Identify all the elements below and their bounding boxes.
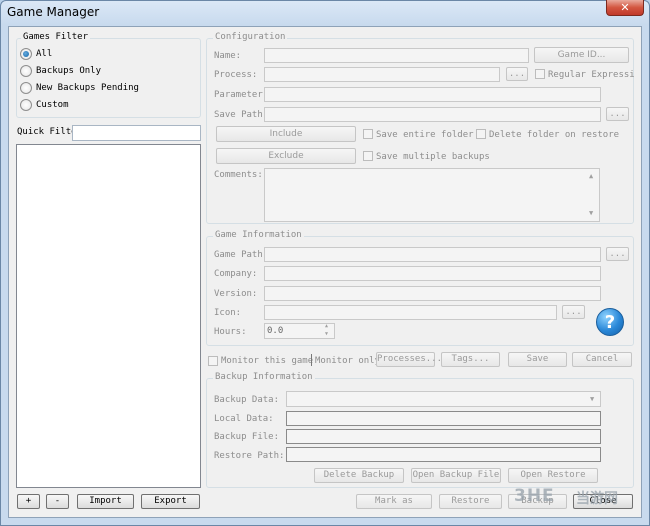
restore-path-label: Restore Path: xyxy=(214,451,285,461)
filter-radio-label: Backups Only xyxy=(36,66,102,76)
local-data-label: Local Data: xyxy=(214,414,274,424)
processes-button[interactable]: Processes... xyxy=(376,352,442,367)
company-field[interactable] xyxy=(264,266,601,281)
backup-data-label: Backup Data: xyxy=(214,395,280,405)
comments-field[interactable] xyxy=(264,168,600,222)
scroll-down-icon[interactable]: ▼ xyxy=(589,209,593,217)
import-button[interactable]: Import xyxy=(77,494,134,509)
filter-radio-backups-only[interactable]: Backups Only xyxy=(20,64,101,78)
process-field[interactable] xyxy=(264,67,500,82)
game-path-label: Game Path: xyxy=(214,250,269,260)
hours-label: Hours: xyxy=(214,327,247,337)
delete-folder-label: Delete folder on restore xyxy=(489,130,620,140)
mark-as-button[interactable]: Mark as xyxy=(356,494,432,509)
company-label: Company: xyxy=(214,269,258,279)
parameter-field[interactable] xyxy=(264,87,601,102)
game-list[interactable] xyxy=(16,144,201,488)
filter-radio-new-backups[interactable]: New Backups Pending xyxy=(20,81,139,95)
monitor-only-label: Monitor only xyxy=(315,356,381,366)
stepper-up-icon[interactable]: ▲ xyxy=(325,323,328,329)
backup-file-label: Backup File: xyxy=(214,432,280,442)
games-filter-title: Games Filter xyxy=(21,32,91,42)
process-label: Process: xyxy=(214,70,258,80)
game-id-button[interactable]: Game ID... xyxy=(534,47,629,63)
filter-radio-custom[interactable]: Custom xyxy=(20,98,69,112)
save-path-field[interactable] xyxy=(264,107,601,122)
watermark-site-text: 当游网 xyxy=(576,491,618,507)
filter-radio-all[interactable]: All xyxy=(20,47,52,61)
filter-radio-label: Custom xyxy=(36,100,69,110)
divider xyxy=(311,354,312,366)
local-data-field xyxy=(286,411,601,426)
save-entire-folder-label: Save entire folder xyxy=(376,130,474,140)
close-icon: ✕ xyxy=(620,1,630,14)
icon-browse-button[interactable]: ... xyxy=(562,305,585,319)
cancel-button[interactable]: Cancel xyxy=(572,352,632,367)
save-multiple-backups-checkbox[interactable] xyxy=(363,151,373,161)
save-path-browse-button[interactable]: ... xyxy=(606,107,629,121)
filter-radio-label: New Backups Pending xyxy=(36,83,139,93)
save-multiple-backups-label: Save multiple backups xyxy=(376,152,490,162)
help-icon[interactable]: ? xyxy=(596,308,624,336)
radio-icon xyxy=(20,64,32,77)
open-restore-button[interactable]: Open Restore xyxy=(508,468,598,483)
save-entire-folder-checkbox[interactable] xyxy=(363,129,373,139)
comments-label: Comments: xyxy=(214,170,263,180)
exclude-button[interactable]: Exclude xyxy=(216,148,356,164)
icon-field[interactable] xyxy=(264,305,557,320)
game-path-field[interactable] xyxy=(264,247,601,262)
filter-radio-label: All xyxy=(36,49,53,59)
delete-backup-button[interactable]: Delete Backup xyxy=(314,468,404,483)
include-button[interactable]: Include xyxy=(216,126,356,142)
regex-checkbox[interactable] xyxy=(535,69,545,79)
quick-filter-input[interactable] xyxy=(72,125,201,141)
version-label: Version: xyxy=(214,289,258,299)
save-path-label: Save Path: xyxy=(214,110,269,120)
add-game-button[interactable]: + xyxy=(17,494,40,509)
game-information-title: Game Information xyxy=(213,230,304,240)
chevron-down-icon: ▼ xyxy=(590,395,595,403)
radio-icon xyxy=(20,98,32,111)
backup-file-field xyxy=(286,429,601,444)
configuration-title: Configuration xyxy=(213,32,288,42)
delete-folder-checkbox[interactable] xyxy=(476,129,486,139)
regex-label: Regular Expression xyxy=(548,70,634,80)
icon-label: Icon: xyxy=(214,308,242,318)
remove-game-button[interactable]: - xyxy=(46,494,69,509)
export-button[interactable]: Export xyxy=(141,494,200,509)
scroll-up-icon[interactable]: ▲ xyxy=(589,172,593,180)
parameter-label: Parameter: xyxy=(214,90,269,100)
backup-data-dropdown[interactable] xyxy=(286,391,601,407)
process-browse-button[interactable]: ... xyxy=(506,67,528,81)
window-title: Game Manager xyxy=(7,5,100,19)
name-field[interactable] xyxy=(264,48,529,63)
save-button[interactable]: Save xyxy=(508,352,567,367)
hours-value: 0.0 xyxy=(267,326,284,336)
restore-path-field xyxy=(286,447,601,462)
monitor-this-game-checkbox[interactable] xyxy=(208,356,218,366)
backup-information-title: Backup Information xyxy=(213,372,315,382)
tags-button[interactable]: Tags... xyxy=(441,352,500,367)
restore-button[interactable]: Restore xyxy=(439,494,502,509)
radio-checked-icon xyxy=(20,47,32,60)
monitor-this-game-label: Monitor this game xyxy=(221,356,314,366)
name-label: Name: xyxy=(214,51,242,61)
version-field[interactable] xyxy=(264,286,601,301)
window-close-button[interactable]: ✕ xyxy=(606,0,644,16)
game-path-browse-button[interactable]: ... xyxy=(606,247,629,261)
open-backup-file-button[interactable]: Open Backup File xyxy=(411,468,501,483)
watermark-logo: 3HE xyxy=(514,486,555,506)
stepper-down-icon[interactable]: ▼ xyxy=(325,331,328,337)
radio-icon xyxy=(20,81,32,94)
